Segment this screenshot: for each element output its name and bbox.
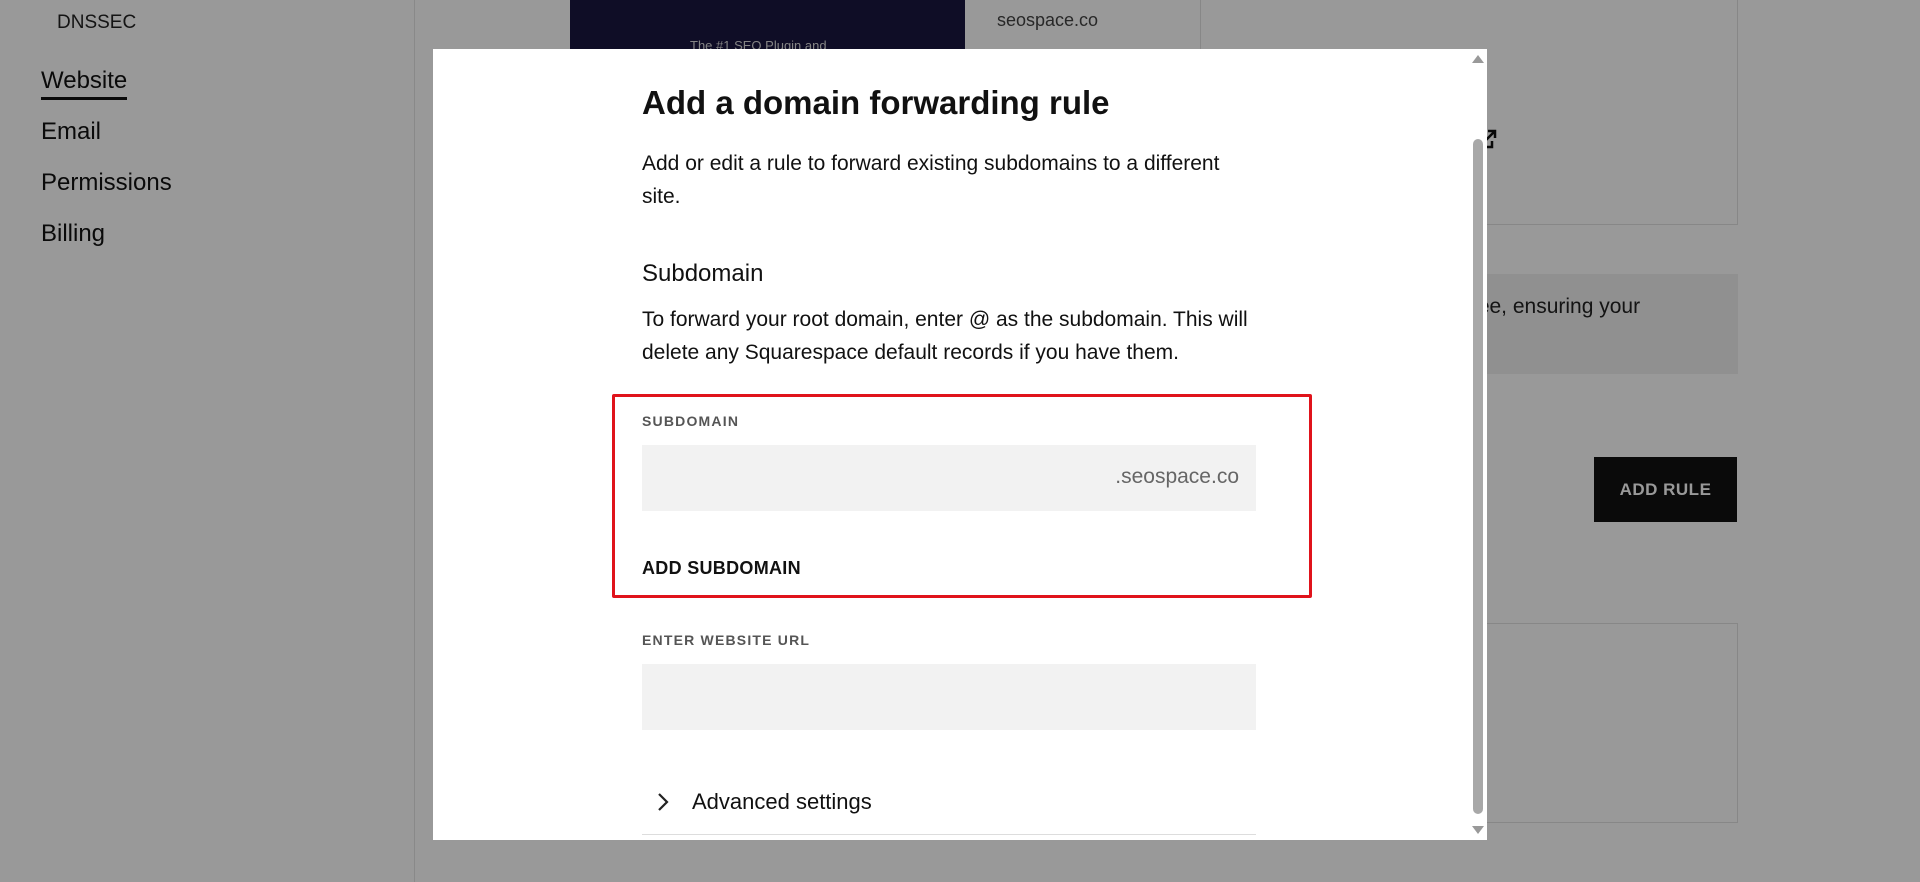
scroll-down-arrow-icon[interactable]: [1472, 826, 1484, 834]
modal-description: Add or edit a rule to forward existing s…: [642, 152, 1220, 208]
modal-title: Add a domain forwarding rule: [642, 84, 1110, 121]
forwarding-rule-modal: Add a domain forwarding rule Add or edit…: [433, 49, 1487, 840]
chevron-right-icon: [658, 793, 669, 811]
website-url-input[interactable]: [642, 664, 1256, 730]
domain-suffix: .seospace.co: [1115, 465, 1239, 488]
subdomain-heading: Subdomain: [642, 260, 764, 287]
advanced-settings-label: Advanced settings: [692, 789, 872, 814]
subdomain-label: SUBDOMAIN: [642, 413, 740, 429]
scroll-up-arrow-icon[interactable]: [1472, 55, 1484, 63]
advanced-settings-toggle[interactable]: Advanced settings: [642, 789, 1256, 835]
subdomain-input[interactable]: .seospace.co: [642, 445, 1256, 511]
subdomain-description: To forward your root domain, enter @ as …: [642, 308, 1248, 364]
scroll-thumb[interactable]: [1473, 139, 1483, 814]
website-url-label: ENTER WEBSITE URL: [642, 632, 811, 648]
modal-scrollbar[interactable]: [1467, 49, 1487, 840]
modal-content: Add a domain forwarding rule Add or edit…: [433, 49, 1467, 840]
add-subdomain-button[interactable]: ADD SUBDOMAIN: [642, 558, 801, 579]
